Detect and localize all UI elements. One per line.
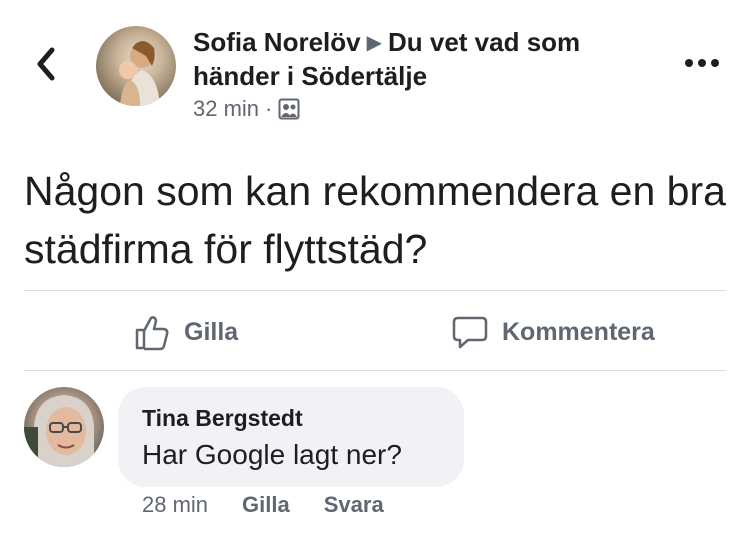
- post-time[interactable]: 32 min: [193, 96, 259, 122]
- like-button[interactable]: Gilla: [134, 310, 238, 354]
- commenter-name[interactable]: Tina Bergstedt: [142, 405, 303, 432]
- comment-actions: 28 min Gilla Svara: [142, 492, 384, 518]
- commenter-avatar[interactable]: [24, 387, 104, 467]
- divider-bottom: [24, 370, 726, 371]
- chevron-left-icon: [37, 47, 55, 81]
- meta-separator: ·: [265, 96, 273, 121]
- comment-like-button[interactable]: Gilla: [242, 492, 290, 518]
- comment-text: Har Google lagt ner?: [142, 439, 402, 470]
- group-audience-icon: [278, 98, 300, 120]
- like-label: Gilla: [184, 317, 239, 346]
- author-group-line: Sofia Norelöv ▶ Du vet vad som händer i Sö…: [193, 26, 643, 93]
- author-name[interactable]: Sofia Norelöv: [193, 27, 361, 57]
- more-dots-icon: [685, 59, 719, 67]
- more-options-button[interactable]: [684, 56, 720, 70]
- comment-button[interactable]: Kommentera: [452, 310, 655, 354]
- post-header: Sofia Norelöv ▶ Du vet vad som händer i Sö…: [193, 26, 643, 93]
- divider-top: [24, 290, 726, 291]
- avatar-photo: [119, 41, 160, 106]
- speech-bubble-icon: [452, 316, 488, 349]
- comment-time[interactable]: 28 min: [142, 492, 208, 518]
- comment-bubble: Tina Bergstedt Har Google lagt ner?: [118, 387, 464, 487]
- comment-label: Kommentera: [502, 317, 655, 346]
- arrow-right-icon: ▶: [366, 32, 382, 54]
- post-text: Någon som kan rekommendera en bra städfi…: [24, 168, 726, 272]
- back-button[interactable]: [30, 42, 66, 86]
- author-avatar[interactable]: [96, 26, 176, 106]
- thumbs-up-icon: [135, 316, 169, 351]
- comment-reply-button[interactable]: Svara: [324, 492, 384, 518]
- post-meta: 32 min ·: [193, 96, 300, 122]
- commenter-photo: [24, 395, 94, 467]
